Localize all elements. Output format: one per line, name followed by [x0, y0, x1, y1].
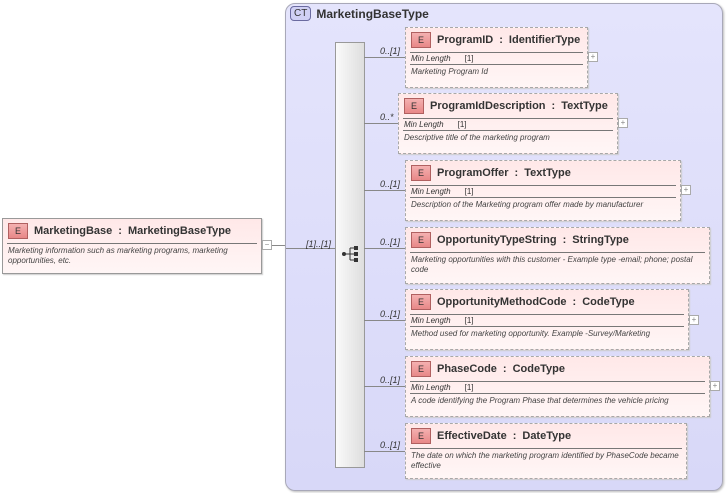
type-separator: :: [572, 296, 577, 308]
child-element-header: E OpportunityTypeString : StringType: [406, 228, 709, 249]
facet-value: [1]: [457, 120, 467, 129]
child-documentation: Descriptive title of the marketing progr…: [404, 133, 550, 142]
child-element-type: TextType: [524, 167, 571, 179]
connector-line: [364, 190, 405, 191]
expand-icon[interactable]: +: [689, 315, 699, 325]
child-documentation: Method used for marketing opportunity. E…: [411, 329, 651, 338]
facet-row: Min Length [1]: [406, 53, 587, 64]
complex-type-badge-icon: CT: [290, 6, 312, 21]
facet-row: Min Length [1]: [399, 119, 617, 130]
facet-value: [1]: [464, 383, 474, 392]
root-documentation: Marketing information such as marketing …: [8, 246, 228, 265]
child-element-name: OpportunityTypeString: [437, 234, 557, 246]
child-element-type: CodeType: [512, 363, 565, 375]
type-separator: :: [118, 225, 122, 237]
child-cardinality: 0..*: [380, 112, 394, 122]
child-documentation: A code identifying the Program Phase tha…: [411, 396, 669, 405]
child-element-box[interactable]: E ProgramOffer : TextType Min Length [1]…: [405, 160, 681, 221]
child-cardinality: 0..[1]: [380, 179, 401, 189]
type-separator: :: [499, 34, 503, 46]
facet-row: Min Length [1]: [406, 186, 680, 197]
connector-line: [364, 248, 405, 249]
child-element-header: E ProgramIdDescription : TextType: [399, 94, 617, 115]
facet-label: Min Length: [411, 187, 451, 196]
child-element-box[interactable]: E PhaseCode : CodeType Min Length [1] A …: [405, 356, 710, 417]
child-element-type: StringType: [572, 234, 629, 246]
facet-label: Min Length: [411, 383, 451, 392]
element-badge-icon: E: [411, 428, 431, 444]
child-element-header: E ProgramOffer : TextType: [406, 161, 680, 182]
connector-line: [364, 57, 405, 58]
type-separator: :: [551, 100, 556, 112]
connector-line: [364, 320, 405, 321]
child-element-box[interactable]: E EffectiveDate : DateType The date on w…: [405, 423, 687, 479]
connector-line: [364, 123, 398, 124]
facet-value: [1]: [464, 316, 474, 325]
root-element-box[interactable]: E MarketingBase : MarketingBaseType Mark…: [2, 218, 262, 274]
expand-icon[interactable]: +: [681, 185, 691, 195]
element-badge-icon: E: [411, 294, 431, 310]
facet-row: Min Length [1]: [406, 315, 688, 326]
type-separator: :: [512, 430, 517, 442]
expand-icon[interactable]: +: [618, 118, 628, 128]
type-separator: :: [502, 363, 507, 375]
facet-label: Min Length: [404, 120, 444, 129]
child-element-header: E PhaseCode : CodeType: [406, 357, 709, 378]
collapse-icon[interactable]: −: [262, 240, 272, 250]
root-element-type: MarketingBaseType: [127, 225, 232, 237]
child-element-header: E OpportunityMethodCode : CodeType: [406, 290, 688, 311]
child-element-name: OpportunityMethodCode: [437, 296, 567, 308]
child-element-type: TextType: [561, 100, 608, 112]
child-element-name: ProgramIdDescription: [430, 100, 546, 112]
facet-label: Min Length: [411, 316, 451, 325]
child-element-name: EffectiveDate: [437, 430, 507, 442]
child-element-name: ProgramOffer: [437, 167, 509, 179]
element-badge-icon: E: [404, 98, 424, 114]
complex-type-title: CT MarketingBaseType: [290, 6, 429, 21]
root-element-header: E MarketingBase : MarketingBaseType: [3, 219, 261, 240]
child-element-box[interactable]: E ProgramID : IdentifierType Min Length …: [405, 27, 588, 88]
sequence-icon: [342, 246, 358, 262]
expand-icon[interactable]: +: [588, 52, 598, 62]
connector-line: [272, 245, 286, 246]
connector-line: [364, 451, 405, 452]
child-element-box[interactable]: E OpportunityTypeString : StringType Mar…: [405, 227, 710, 284]
child-cardinality: 0..[1]: [380, 440, 401, 450]
child-cardinality: 0..[1]: [380, 375, 401, 385]
root-element-name: MarketingBase: [34, 225, 113, 237]
child-documentation: Marketing Program Id: [411, 67, 488, 76]
child-documentation: Marketing opportunities with this custom…: [411, 255, 693, 274]
child-documentation: The date on which the marketing program …: [411, 451, 679, 470]
child-element-name: ProgramID: [437, 34, 494, 46]
child-documentation: Description of the Marketing program off…: [411, 200, 644, 209]
element-badge-icon: E: [411, 361, 431, 377]
child-element-type: CodeType: [582, 296, 635, 308]
element-badge-icon: E: [411, 232, 431, 248]
facet-value: [1]: [464, 187, 474, 196]
child-element-header: E ProgramID : IdentifierType: [406, 28, 587, 49]
child-cardinality: 0..[1]: [380, 46, 401, 56]
child-cardinality: 0..[1]: [380, 309, 401, 319]
child-element-box[interactable]: E ProgramIdDescription : TextType Min Le…: [398, 93, 618, 154]
facet-label: Min Length: [411, 54, 451, 63]
child-element-name: PhaseCode: [437, 363, 497, 375]
element-badge-icon: E: [411, 32, 431, 48]
complex-type-name: MarketingBaseType: [316, 6, 429, 21]
element-badge-icon: E: [411, 165, 431, 181]
connector-line: [364, 386, 405, 387]
root-cardinality: [1]..[1]: [306, 239, 332, 249]
facet-row: Min Length [1]: [406, 382, 709, 393]
child-element-header: E EffectiveDate : DateType: [406, 424, 686, 445]
expand-icon[interactable]: +: [710, 381, 720, 391]
element-badge-icon: E: [8, 223, 28, 239]
type-separator: :: [562, 234, 567, 246]
child-element-type: IdentifierType: [508, 34, 581, 46]
type-separator: :: [514, 167, 519, 179]
child-cardinality: 0..[1]: [380, 237, 401, 247]
facet-value: [1]: [464, 54, 474, 63]
child-element-type: DateType: [522, 430, 572, 442]
child-element-box[interactable]: E OpportunityMethodCode : CodeType Min L…: [405, 289, 689, 350]
